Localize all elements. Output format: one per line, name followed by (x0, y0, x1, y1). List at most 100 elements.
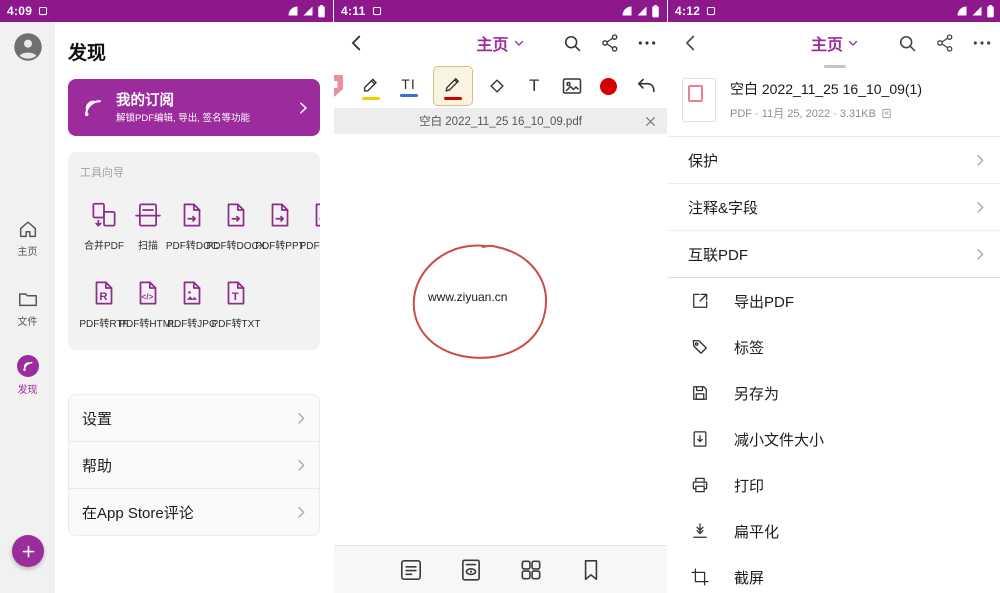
tool-label: 合并PDF (84, 237, 124, 252)
undo-button[interactable] (633, 74, 659, 98)
pink-marker-tool[interactable] (333, 73, 347, 99)
action-label: 减小文件大小 (734, 429, 824, 450)
sidebar-item-files[interactable]: 文件 (0, 288, 55, 328)
subscription-icon (78, 93, 108, 123)
tool-pdf-to-ppt[interactable]: PDF转PPT (258, 200, 302, 252)
nav-bar: 主页 (334, 22, 667, 64)
row-protect[interactable]: 保护 (668, 137, 1000, 183)
action-save-as[interactable]: 另存为 (668, 370, 1000, 416)
battery-icon (651, 5, 660, 18)
text-markup-color-bar (400, 94, 418, 97)
image-icon (560, 74, 584, 98)
pencil-color-bar (444, 97, 462, 100)
menu-item-label: 帮助 (82, 455, 112, 476)
document-thumbnail (682, 78, 716, 122)
flatten-icon (690, 521, 710, 541)
tool-pdf-to-txt[interactable]: T PDF转TXT (214, 278, 258, 330)
tool-scan[interactable]: 扫描 (126, 200, 170, 252)
tool-pdf-to-xls[interactable]: PDF转XLS (302, 200, 320, 252)
highlighter-tool[interactable] (358, 73, 384, 100)
svg-text:R: R (99, 291, 107, 303)
color-swatch[interactable] (596, 78, 622, 95)
scan-icon (133, 200, 163, 230)
sidebar-item-home[interactable]: 主页 (0, 218, 55, 258)
diamond-eraser-icon (486, 75, 508, 97)
screenshot-notification-icon (372, 6, 382, 16)
screenshot-notification-icon (38, 6, 48, 16)
file-info-icon (881, 108, 892, 119)
action-label: 扁平化 (734, 521, 779, 542)
status-time: 4:09 (7, 4, 32, 18)
pdf-to-txt-icon: T (221, 278, 251, 308)
more-options-icon[interactable] (972, 33, 992, 53)
merge-pdf-icon (89, 200, 119, 230)
chevron-right-icon (294, 99, 312, 117)
chevron-right-icon (972, 199, 988, 215)
page-list-icon[interactable] (398, 557, 424, 583)
tool-label: PDF转JPG (167, 315, 216, 330)
bookmark-icon[interactable] (578, 557, 604, 583)
tool-pdf-to-jpg[interactable]: PDF转JPG (170, 278, 214, 330)
discover-screen: 4:09 主页 文件 发现 发现 (0, 0, 333, 593)
search-icon[interactable] (562, 33, 583, 54)
pdf-canvas[interactable]: www.ziyuan.cn (334, 134, 667, 545)
tool-merge-pdf[interactable]: 合并PDF (82, 200, 126, 252)
row-label: 互联PDF (688, 244, 748, 265)
search-icon[interactable] (897, 33, 918, 54)
menu-item-label: 设置 (82, 408, 112, 429)
tool-pdf-to-docx[interactable]: PDF转DOCX (214, 200, 258, 252)
thumbnail-grid-icon[interactable] (518, 557, 544, 583)
row-annotations-fields[interactable]: 注释&字段 (668, 183, 1000, 230)
menu-item-settings[interactable]: 设置 (69, 395, 319, 441)
cellular-signal-icon (971, 5, 983, 17)
cellular-signal-icon (302, 5, 314, 17)
document-options-screen: 4:12 主页 空白 2022_11_25 16_10_09(1) (667, 0, 1000, 593)
menu-item-label: 在App Store评论 (82, 502, 194, 523)
tool-label: PDF转TXT (212, 315, 261, 330)
chevron-right-icon (293, 410, 309, 426)
nav-title: 主页 (476, 31, 508, 55)
tool-label: PDF转XLS (300, 237, 320, 252)
tool-pdf-to-html[interactable]: </> PDF转HTML (126, 278, 170, 330)
document-info-row[interactable]: 空白 2022_11_25 16_10_09(1) PDF · 11月 25, … (668, 68, 1000, 136)
discover-icon (16, 354, 40, 378)
pencil-tool-selected[interactable] (433, 66, 473, 106)
home-icon (17, 218, 39, 240)
action-label: 截屏 (734, 567, 764, 588)
text-markup-tool[interactable]: TI (396, 76, 422, 97)
add-button[interactable] (12, 535, 44, 567)
share-icon[interactable] (600, 33, 620, 53)
action-reduce-file-size[interactable]: 减小文件大小 (668, 416, 1000, 462)
share-icon[interactable] (935, 33, 955, 53)
document-tab-bar: 空白 2022_11_25 16_10_09.pdf (334, 108, 667, 134)
close-tab-button[interactable] (644, 108, 657, 134)
status-bar: 4:12 (668, 0, 1000, 22)
action-group: 导出PDF 标签 另存为 减小文件大小 打印 扁平化 截屏 (668, 278, 1000, 593)
tool-label: PDF转PPT (255, 237, 304, 252)
annotation-list-icon[interactable] (458, 557, 484, 583)
crop-screenshot-icon (690, 567, 710, 587)
action-tags[interactable]: 标签 (668, 324, 1000, 370)
image-tool[interactable] (559, 74, 585, 98)
menu-item-app-store-review[interactable]: 在App Store评论 (69, 488, 319, 535)
subscription-card[interactable]: 我的订阅 解锁PDF编辑, 导出, 签名等功能 (68, 79, 320, 136)
close-icon (644, 115, 657, 128)
action-print[interactable]: 打印 (668, 462, 1000, 508)
action-flatten[interactable]: 扁平化 (668, 508, 1000, 554)
row-label: 注释&字段 (688, 197, 758, 218)
sidebar-item-label: 文件 (18, 313, 38, 328)
action-screenshot[interactable]: 截屏 (668, 554, 1000, 593)
row-connected-pdf[interactable]: 互联PDF (668, 230, 1000, 277)
freehand-red-circle-annotation[interactable] (334, 134, 667, 545)
pdf-editor-screen: 4:11 主页 TI (333, 0, 667, 593)
text-tool[interactable]: T (521, 76, 547, 96)
menu-item-help[interactable]: 帮助 (69, 441, 319, 488)
eraser-tool[interactable] (484, 75, 510, 97)
sidebar-item-discover[interactable]: 发现 (0, 354, 55, 396)
avatar[interactable] (13, 32, 43, 62)
action-export-pdf[interactable]: 导出PDF (668, 278, 1000, 324)
tools-row-2: R PDF转RTF </> PDF转HTML PDF转JPG T PDF转TXT (68, 278, 320, 330)
reduce-file-size-icon (690, 429, 710, 449)
export-pdf-icon (690, 291, 710, 311)
more-options-icon[interactable] (637, 33, 657, 53)
